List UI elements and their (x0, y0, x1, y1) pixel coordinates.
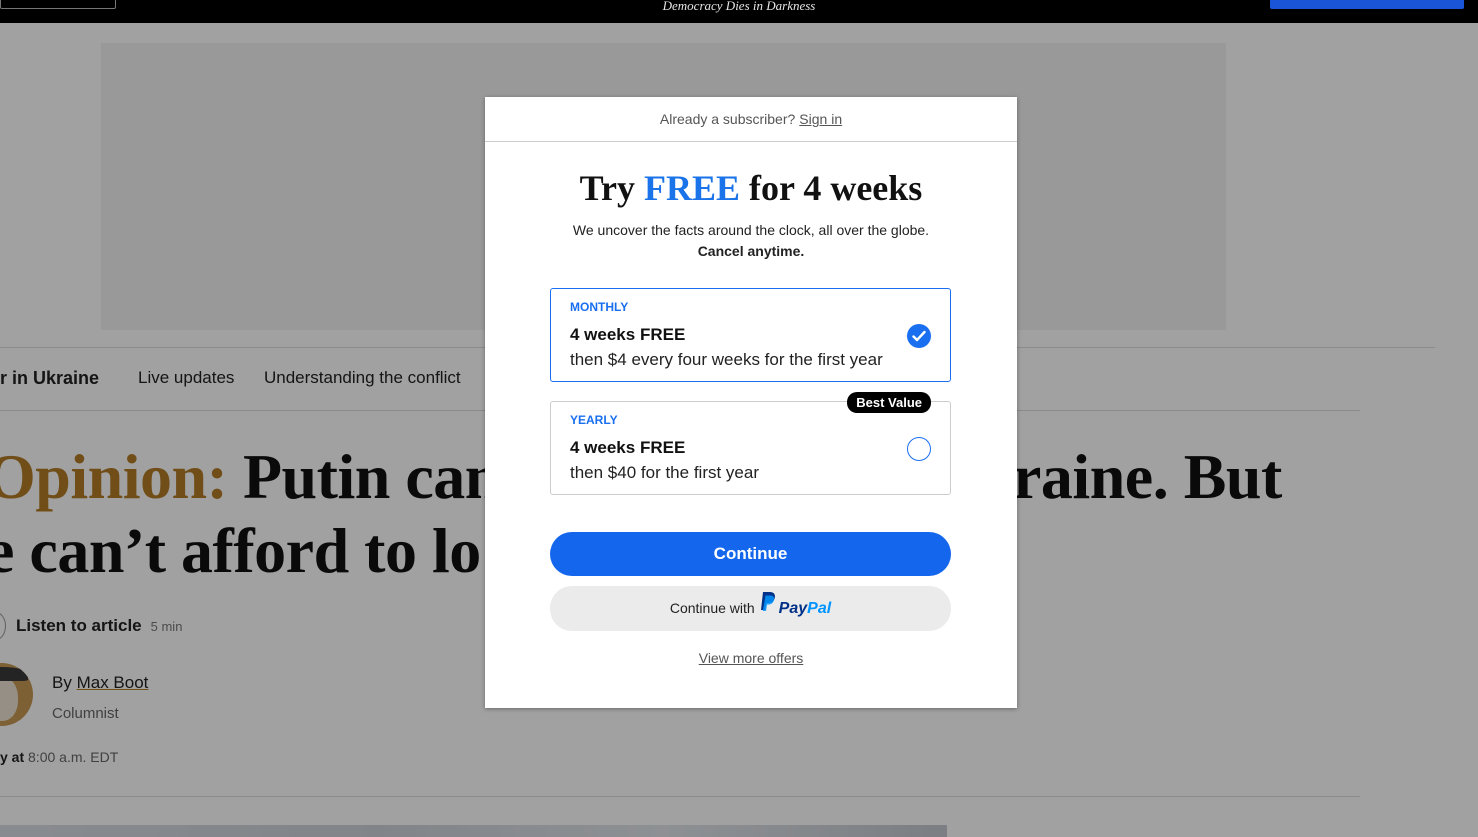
plan-title: 4 weeks FREE (570, 325, 686, 344)
best-value-badge: Best Value (847, 392, 931, 413)
plan-tag: MONTHLY (570, 300, 629, 314)
continue-button[interactable]: Continue (550, 532, 951, 576)
subscriber-signin-row: Already a subscriber? Sign in (485, 97, 1017, 142)
radio-unchecked-icon[interactable] (907, 437, 931, 461)
plan-tag: YEARLY (570, 413, 618, 427)
paypal-wordmark: PayPal (779, 600, 831, 617)
plan-title: 4 weeks FREE (570, 438, 686, 457)
description-text: We uncover the facts around the clock, a… (572, 222, 930, 238)
paypal-button[interactable]: Continue with PayPal (550, 586, 951, 631)
modal-title: Try FREE for 4 weeks (485, 167, 1017, 209)
subscribe-button[interactable] (1270, 0, 1464, 9)
paypal-logo-icon (759, 585, 776, 630)
modal-description: We uncover the facts around the clock, a… (485, 220, 1017, 262)
sign-in-link[interactable]: Sign in (799, 111, 842, 127)
paypal-word-pay: Pay (778, 600, 808, 617)
already-subscriber-text: Already a subscriber? (659, 111, 796, 127)
plan-desc: then $4 every four weeks for the first y… (570, 350, 883, 369)
view-more-offers-link[interactable]: View more offers (485, 650, 1017, 666)
plan-monthly[interactable]: MONTHLY 4 weeks FREE then $4 every four … (550, 288, 951, 382)
plan-desc: then $40 for the first year (570, 463, 759, 482)
plan-yearly[interactable]: Best Value YEARLY 4 weeks FREE then $40 … (550, 392, 951, 495)
site-tagline: Democracy Dies in Darkness (662, 0, 816, 13)
check-circle-icon[interactable] (907, 324, 931, 348)
title-try: Try (579, 168, 635, 208)
paypal-word-pal: Pal (807, 600, 832, 617)
title-rest: for 4 weeks (749, 168, 923, 208)
top-bar: Democracy Dies in Darkness (0, 0, 1478, 23)
subscription-modal: Already a subscriber? Sign in Try FREE fo… (485, 97, 1017, 708)
title-free: FREE (644, 168, 741, 208)
paypal-prefix: Continue with (669, 600, 755, 616)
cancel-anytime-text: Cancel anytime. (697, 243, 805, 259)
